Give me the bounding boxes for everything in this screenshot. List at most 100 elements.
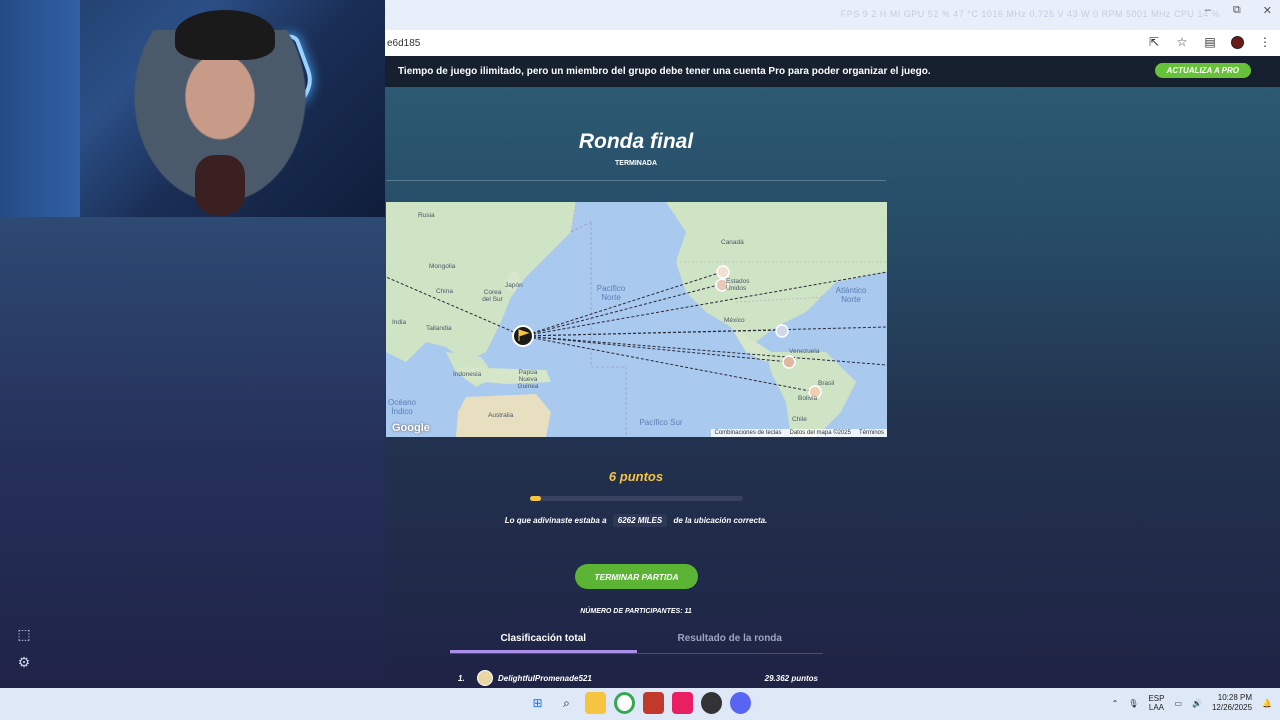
system-tray: ⌃ 🎙 ESP LAA ▭ 🔊 10:28 PM 12/26/2025 🔔: [1112, 693, 1272, 713]
map-label-venezuela: Venezuela: [789, 348, 820, 355]
address-bar[interactable]: e6d185 ⇱ ☆ ▤ ⋮: [385, 30, 1280, 56]
map-data-attribution: Datos del mapa ©2025: [789, 430, 851, 436]
chat-icon[interactable]: ⬚: [14, 626, 34, 646]
maximize-button[interactable]: ⧉: [1233, 4, 1241, 17]
clock-time: 10:28 PM: [1217, 693, 1253, 702]
guess-line-1: [522, 271, 723, 337]
webcam-microphone: [195, 155, 245, 215]
map-label-north-pacific: Pacífico Norte: [596, 284, 626, 302]
distance-value: 6262 MILES: [612, 514, 668, 527]
language-code: ESP: [1148, 694, 1165, 703]
app-icon-pink[interactable]: [672, 692, 693, 714]
distance-prefix: Lo que adivinaste estaba a: [504, 516, 607, 525]
participants-count: NÚMERO DE PARTICIPANTES: 11: [580, 608, 692, 615]
map-label-australia: Australia: [488, 412, 514, 419]
left-background: [0, 217, 385, 688]
map-label-japan: Japón: [505, 282, 523, 289]
dateline: [570, 221, 627, 437]
notification-icon[interactable]: 🔔: [1262, 699, 1272, 708]
leaderboard-score: 29.362 puntos: [764, 673, 818, 683]
map-label-png: Papúa Nueva Guinea: [517, 369, 539, 390]
round-status: TERMINADA: [615, 160, 657, 167]
microphone-icon[interactable]: 🎙: [1128, 699, 1138, 708]
end-game-button[interactable]: TERMINAR PARTIDA: [575, 564, 698, 589]
search-icon[interactable]: ⌕: [556, 692, 577, 714]
map-label-china: China: [436, 288, 453, 295]
avatar: [477, 670, 493, 686]
clock[interactable]: 10:28 PM 12/26/2025: [1212, 693, 1252, 713]
map-label-canada: Canadá: [721, 239, 744, 246]
leaderboard-player-name: DelightfulPromenade521: [498, 673, 592, 683]
map-label-bolivia: Bolivia: [798, 395, 818, 402]
score-progress-fill: [530, 496, 541, 501]
taskbar-apps: ⊞ ⌕: [527, 692, 751, 714]
map-label-chile: Chile: [792, 416, 807, 423]
guess-line-9: [522, 335, 887, 366]
pro-banner: Tiempo de juego ilimitado, pero un miemb…: [385, 56, 1280, 87]
tab-total-ranking[interactable]: Clasificación total: [450, 630, 637, 653]
minimize-button[interactable]: –: [1205, 4, 1211, 17]
player-marker-3: [775, 324, 789, 338]
map-label-thailand: Tailandia: [426, 325, 452, 332]
install-app-icon[interactable]: ⇱: [1147, 35, 1161, 49]
window-controls: – ⧉ ✕: [1205, 4, 1272, 17]
keyboard-shortcuts-link[interactable]: Combinaciones de teclas: [714, 430, 781, 436]
terms-link[interactable]: Términos: [859, 430, 884, 436]
map-footer: Combinaciones de teclas Datos del mapa ©…: [711, 429, 887, 437]
map-label-north-atlantic: Atlántico Norte: [835, 286, 867, 304]
taskbar: ⊞ ⌕ ⌃ 🎙 ESP LAA ▭ 🔊 10:28 PM 12/26/2025 …: [0, 688, 1280, 720]
chrome-icon[interactable]: [614, 692, 635, 714]
profile-avatar[interactable]: [1231, 35, 1244, 49]
tab-search-icon[interactable]: ▤: [1203, 35, 1217, 49]
correct-location-marker: [512, 325, 534, 347]
score-progress-bar: [530, 496, 743, 501]
distance-suffix: de la ubicación correcta.: [673, 516, 768, 525]
upgrade-pro-button[interactable]: ACTUALIZA A PRO: [1154, 63, 1251, 78]
discord-icon[interactable]: [730, 692, 751, 714]
distance-text: Lo que adivinaste estaba a 6262 MILES de…: [386, 514, 886, 527]
map-label-indian-ocean: Océano Índico: [387, 398, 417, 416]
webcam-door: [0, 0, 80, 217]
north-america-landmass: [666, 202, 887, 342]
language-indicator[interactable]: ESP LAA: [1148, 694, 1164, 712]
browser-menu-icon[interactable]: ⋮: [1258, 35, 1272, 49]
header-divider: [386, 180, 886, 181]
player-marker-1: [716, 265, 730, 279]
banner-message: Tiempo de juego ilimitado, pero un miemb…: [398, 66, 931, 77]
gear-icon[interactable]: ⚙: [14, 654, 34, 674]
app-icon-dark[interactable]: [701, 692, 722, 714]
windows-start-icon[interactable]: ⊞: [527, 692, 548, 714]
close-window-button[interactable]: ✕: [1263, 4, 1272, 17]
result-map[interactable]: Rusia Mongolia China Corea del Sur Japón…: [386, 202, 887, 437]
asia-landmass: [386, 202, 576, 362]
clock-date: 12/26/2025: [1211, 703, 1253, 712]
network-icon[interactable]: ▭: [1174, 699, 1182, 708]
player-marker-4: [782, 355, 796, 369]
url-text[interactable]: e6d185: [385, 38, 420, 49]
guess-line-6: [522, 326, 887, 337]
keyboard-layout: LAA: [1148, 703, 1164, 712]
app-icon-red[interactable]: [643, 692, 664, 714]
map-label-india: India: [392, 319, 407, 326]
address-bar-icons: ⇱ ☆ ▤ ⋮: [1147, 35, 1272, 49]
map-label-usa: Estados Unidos: [726, 278, 750, 292]
volume-icon[interactable]: 🔊: [1192, 699, 1202, 708]
map-label-mongolia: Mongolia: [429, 263, 456, 270]
webcam-overlay: [0, 0, 385, 217]
performance-overlay: FPS 9 2 H MI GPU 52 % 47 °C 1016 MHz 0.7…: [840, 9, 1220, 19]
map-label-brazil: Brasil: [818, 380, 835, 387]
bookmark-star-icon[interactable]: ☆: [1175, 35, 1189, 49]
leaderboard-rank: 1.: [458, 673, 465, 683]
map-label-mexico: México: [724, 317, 745, 324]
results-tabs: Clasificación total Resultado de la rond…: [450, 630, 823, 654]
map-label-korea: Corea del Sur: [482, 289, 503, 303]
tab-round-result[interactable]: Resultado de la ronda: [637, 630, 824, 653]
browser-top-bar: FPS 9 2 H MI GPU 52 % 47 °C 1016 MHz 0.7…: [385, 0, 1280, 30]
map-label-south-pacific: Pacífico Sur: [639, 418, 683, 427]
map-label-russia: Rusia: [418, 212, 435, 219]
round-points: 6 puntos: [608, 469, 664, 484]
file-explorer-icon[interactable]: [585, 692, 606, 714]
chevron-up-icon[interactable]: ⌃: [1112, 699, 1119, 708]
round-title: Ronda final: [578, 130, 694, 153]
webcam-hair: [175, 10, 275, 60]
